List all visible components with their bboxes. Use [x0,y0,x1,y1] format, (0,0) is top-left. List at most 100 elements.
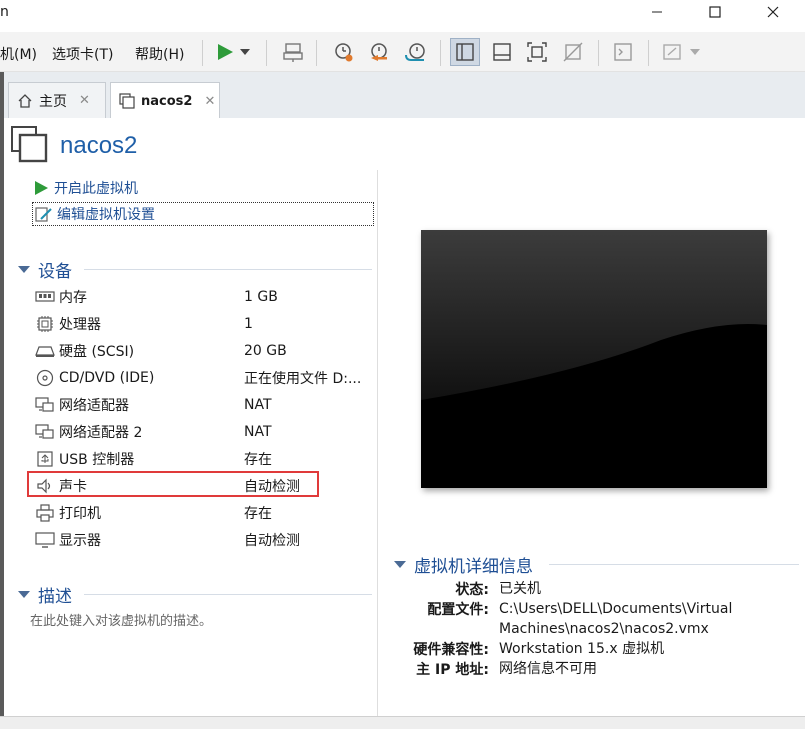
console-view-icon [493,43,511,61]
play-icon [32,179,50,197]
toolbar-separator [266,40,267,66]
device-value: 存在 [244,452,272,468]
device-value: 正在使用文件 D:... [244,371,362,387]
collapse-icon [18,265,30,273]
menu-tabs[interactable]: 选项卡(T) [52,44,113,64]
minimize-button[interactable] [628,0,686,24]
home-icon [17,93,33,109]
device-row-display[interactable]: 显示器 自动检测 [34,528,374,552]
device-row-memory[interactable]: 内存 1 GB [34,285,374,309]
device-value: NAT [244,424,272,440]
toolbar-separator [202,40,203,66]
harddisk-icon [34,341,56,361]
device-row-cdrom[interactable]: CD/DVD (IDE) 正在使用文件 D:... [34,366,374,390]
minimize-icon [652,11,662,13]
network-icon [34,395,56,415]
detail-value: C:\Users\DELL\Documents\Virtual Machines… [499,601,733,637]
tab-strip: 主页 ✕ nacos2 ✕ [0,72,805,119]
device-name: 硬盘 (SCSI) [59,344,135,360]
dropdown-icon [690,49,700,55]
highlight-annotation [27,471,319,497]
menu-help[interactable]: 帮助(H) [135,44,184,64]
maximize-button[interactable] [686,0,744,24]
edit-vm-settings-label: 编辑虚拟机设置 [57,207,155,223]
details-section-header[interactable]: 虚拟机详细信息 [394,553,533,577]
devices-section-header[interactable]: 设备 [18,258,72,282]
stretch-dropdown-button[interactable] [686,38,704,66]
terminal-icon [614,43,632,61]
usb-icon [34,449,56,469]
revert-snapshot-button[interactable] [364,38,394,66]
fullscreen-icon [527,42,547,62]
unity-icon [563,42,583,62]
vm-preview-screen[interactable] [421,230,767,488]
snapshot-manager-button[interactable] [400,38,430,66]
detail-value: 网络信息不可用 [499,661,597,677]
vm-summary-page: nacos2 开启此虚拟机 编辑虚拟机设置 设备 内存 1 GB 处理器 1 硬… [0,118,805,729]
close-button[interactable] [744,0,802,24]
unity-button[interactable] [558,38,588,66]
tab-nacos2-close[interactable]: ✕ [204,94,215,109]
revert-snapshot-icon [371,43,387,61]
detail-value: 已关机 [499,581,541,597]
section-divider [549,564,799,565]
device-row-printer[interactable]: 打印机 存在 [34,501,374,525]
library-view-icon [456,43,474,61]
vm-large-icon [10,125,48,167]
edit-vm-settings-link[interactable]: 编辑虚拟机设置 [32,202,374,226]
details-section-title: 虚拟机详细信息 [414,556,533,577]
vm-header: nacos2 [10,126,137,166]
power-dropdown-button[interactable] [236,38,254,66]
left-pane: 开启此虚拟机 编辑虚拟机设置 设备 内存 1 GB 处理器 1 硬盘 (SCSI… [4,170,378,716]
device-value: NAT [244,397,272,413]
cdrom-icon [34,368,56,388]
device-name: CD/DVD (IDE) [59,370,155,386]
toolbar-separator [316,40,317,66]
library-view-button[interactable] [450,38,480,66]
power-on-vm-label: 开启此虚拟机 [54,181,138,197]
tab-home-close[interactable]: ✕ [79,93,90,108]
description-section-title: 描述 [38,586,72,607]
snapshot-icon [335,43,353,62]
device-value: 自动检测 [244,533,300,549]
menu-vm[interactable]: 机(M) [0,44,37,64]
device-row-harddisk[interactable]: 硬盘 (SCSI) 20 GB [34,339,374,363]
device-name: 网络适配器 [59,398,129,414]
detail-key: 状态: [455,582,489,598]
device-value: 20 GB [244,343,287,359]
tab-home[interactable]: 主页 ✕ [8,82,106,118]
device-value: 1 GB [244,289,278,305]
tab-nacos2[interactable]: nacos2 ✕ [110,82,220,119]
terminal-button[interactable] [608,38,638,66]
description-section-header[interactable]: 描述 [18,583,72,607]
devices-section-title: 设备 [38,261,72,282]
menu-toolbar: 机(M) 选项卡(T) 帮助(H) [0,32,805,72]
tab-nacos2-label: nacos2 [141,93,193,109]
network-icon [34,422,56,442]
device-value: 存在 [244,506,272,522]
vm-title: nacos2 [60,132,138,159]
toolbar-separator [598,40,599,66]
snapshot-manager-icon [405,43,425,61]
section-divider [84,594,372,595]
memory-icon [34,287,56,307]
stretch-guest-button[interactable] [658,38,688,66]
device-row-network-2[interactable]: 网络适配器 2 NAT [34,420,374,444]
description-input[interactable]: 在此处键入对该虚拟机的描述。 [30,610,212,629]
send-ctrl-alt-del-button[interactable] [278,38,308,66]
toolbar-separator [440,40,441,66]
right-pane: 虚拟机详细信息 状态: 已关机 配置文件: C:\Users\DELL\Docu… [379,170,805,716]
device-row-usb[interactable]: USB 控制器 存在 [34,447,374,471]
detail-key: 主 IP 地址: [416,662,489,678]
device-name: 处理器 [59,317,101,333]
device-row-network-1[interactable]: 网络适配器 NAT [34,393,374,417]
device-name: 显示器 [59,533,101,549]
power-on-vm-link[interactable]: 开启此虚拟机 [32,176,138,200]
send-ctrl-alt-del-icon [283,43,303,62]
device-name: USB 控制器 [59,452,135,468]
take-snapshot-button[interactable] [328,38,358,66]
detail-key: 硬件兼容性: [413,642,489,658]
console-view-button[interactable] [487,38,517,66]
fullscreen-button[interactable] [522,38,552,66]
device-row-processor[interactable]: 处理器 1 [34,312,374,336]
